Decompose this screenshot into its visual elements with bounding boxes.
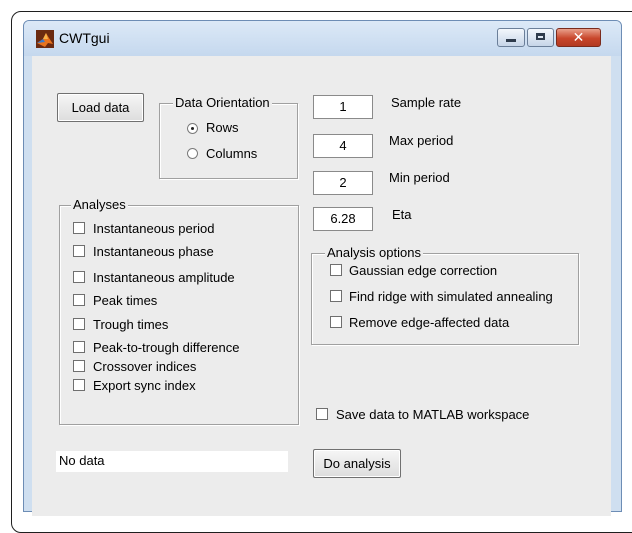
- sample-rate-label: Sample rate: [391, 95, 462, 110]
- trough-times-label: Trough times: [93, 317, 169, 332]
- maximize-icon: [528, 29, 553, 46]
- instantaneous-phase-label: Instantaneous phase: [93, 244, 214, 259]
- minimize-icon: [498, 29, 524, 46]
- columns-radio[interactable]: [187, 148, 198, 159]
- peak-times-label: Peak times: [93, 293, 158, 308]
- columns-label: Columns: [206, 146, 258, 161]
- export-sync-index-checkbox[interactable]: [73, 379, 85, 391]
- simulated-annealing-label: Find ridge with simulated annealing: [349, 289, 553, 304]
- rows-label: Rows: [206, 120, 239, 135]
- min-period-input[interactable]: 2: [313, 171, 373, 195]
- maximize-button[interactable]: [527, 28, 554, 47]
- window-title: CWTgui: [59, 30, 110, 46]
- rows-radio[interactable]: [187, 123, 198, 134]
- status-text: No data: [56, 451, 288, 472]
- simulated-annealing-checkbox[interactable]: [330, 290, 342, 302]
- remove-edge-data-label: Remove edge-affected data: [349, 315, 510, 330]
- instantaneous-phase-checkbox[interactable]: [73, 245, 85, 257]
- export-sync-index-label: Export sync index: [93, 378, 196, 393]
- data-orientation-group: [159, 103, 298, 179]
- close-icon: ✕: [572, 30, 585, 46]
- gaussian-edge-correction-checkbox[interactable]: [330, 264, 342, 276]
- max-period-label: Max period: [389, 133, 454, 148]
- data-orientation-title: Data Orientation: [173, 95, 272, 110]
- max-period-input[interactable]: 4: [313, 134, 373, 158]
- remove-edge-data-checkbox[interactable]: [330, 316, 342, 328]
- peak-to-trough-label: Peak-to-trough difference: [93, 340, 240, 355]
- peak-times-checkbox[interactable]: [73, 294, 85, 306]
- crossover-indices-checkbox[interactable]: [73, 360, 85, 372]
- analysis-options-title: Analysis options: [325, 245, 423, 260]
- matlab-icon: [36, 30, 54, 48]
- trough-times-checkbox[interactable]: [73, 318, 85, 330]
- do-analysis-button[interactable]: Do analysis: [313, 449, 401, 478]
- min-period-label: Min period: [389, 170, 450, 185]
- peak-to-trough-checkbox[interactable]: [73, 341, 85, 353]
- title-bar[interactable]: CWTgui ✕: [24, 21, 621, 56]
- minimize-button[interactable]: [497, 28, 525, 47]
- instantaneous-period-checkbox[interactable]: [73, 222, 85, 234]
- eta-input[interactable]: 6.28: [313, 207, 373, 231]
- instantaneous-period-label: Instantaneous period: [93, 221, 215, 236]
- eta-label: Eta: [392, 207, 412, 222]
- radio-selected-dot: [191, 127, 194, 130]
- sample-rate-input[interactable]: 1: [313, 95, 373, 119]
- crossover-indices-label: Crossover indices: [93, 359, 197, 374]
- instantaneous-amplitude-label: Instantaneous amplitude: [93, 270, 235, 285]
- save-workspace-label: Save data to MATLAB workspace: [336, 407, 530, 422]
- gaussian-edge-correction-label: Gaussian edge correction: [349, 263, 498, 278]
- close-button[interactable]: ✕: [556, 28, 601, 47]
- analyses-title: Analyses: [71, 197, 128, 212]
- load-data-button[interactable]: Load data: [57, 93, 144, 122]
- save-workspace-checkbox[interactable]: [316, 408, 328, 420]
- instantaneous-amplitude-checkbox[interactable]: [73, 271, 85, 283]
